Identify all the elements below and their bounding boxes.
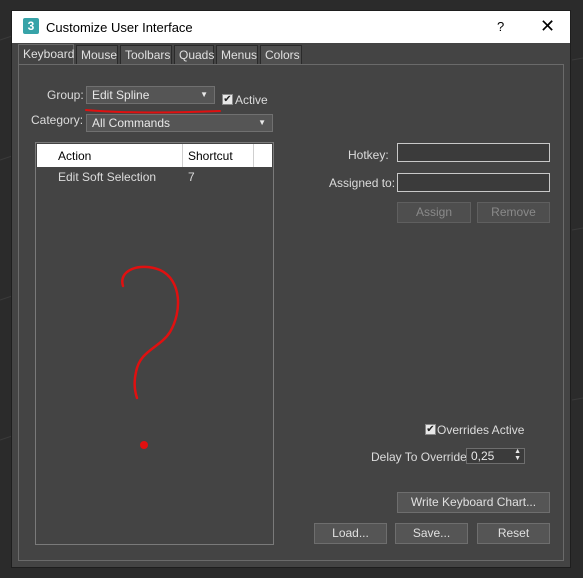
hotkey-field[interactable] [397,143,550,162]
assign-button[interactable]: Assign [397,202,471,223]
hotkey-label: Hotkey: [348,148,389,162]
column-divider [253,144,254,167]
app-logo-icon: 3 [23,18,39,34]
help-button[interactable]: ? [497,19,504,34]
title-bar: 3 Customize User Interface ? ✕ [12,11,570,43]
overrides-active-label: Overrides Active [437,423,525,437]
category-dropdown-value: All Commands [92,116,171,130]
active-label: Active [235,93,268,107]
delay-to-override-label: Delay To Override: [371,450,471,464]
shortcut-cell: 7 [188,170,195,184]
overrides-active-checkbox[interactable]: ✔ [425,424,436,435]
tab-quads[interactable]: Quads [174,45,214,64]
active-checkbox[interactable]: ✔ [222,94,233,105]
column-divider [182,144,183,167]
chevron-down-icon: ▼ [200,90,208,99]
chevron-down-icon: ▼ [258,118,266,127]
group-dropdown-value: Edit Spline [92,88,150,102]
tab-colors[interactable]: Colors [260,45,302,64]
delay-value: 0,25 [471,449,495,463]
assigned-to-field[interactable] [397,173,550,192]
spinner-arrows-icon[interactable]: ▲ ▼ [514,448,521,462]
tab-keyboard[interactable]: Keyboard [18,44,74,65]
column-header-shortcut[interactable]: Shortcut [188,149,233,163]
write-keyboard-chart-button[interactable]: Write Keyboard Chart... [397,492,550,513]
remove-button[interactable]: Remove [477,202,550,223]
tab-menus[interactable]: Menus [216,45,258,64]
tab-toolbars[interactable]: Toolbars [120,45,172,64]
category-label: Category: [31,113,84,127]
customize-ui-dialog: 3 Customize User Interface ? ✕ Keyboard … [11,10,571,568]
group-dropdown[interactable]: Edit Spline ▼ [86,86,215,104]
save-button[interactable]: Save... [395,523,468,544]
category-dropdown[interactable]: All Commands ▼ [86,114,273,132]
close-button[interactable]: ✕ [540,16,555,37]
reset-button[interactable]: Reset [477,523,550,544]
delay-spinner[interactable]: 0,25 ▲ ▼ [466,448,525,464]
list-header: Action Shortcut [37,144,272,167]
window-title: Customize User Interface [46,20,193,35]
assigned-to-label: Assigned to: [329,176,396,190]
action-cell: Edit Soft Selection [58,170,157,184]
column-header-action[interactable]: Action [58,149,91,163]
load-button[interactable]: Load... [314,523,387,544]
list-item[interactable]: Edit Soft Selection 7 [37,170,272,186]
group-label: Group: [47,88,84,102]
tab-mouse[interactable]: Mouse [76,45,118,64]
action-list[interactable]: Action Shortcut Edit Soft Selection 7 [35,142,274,545]
